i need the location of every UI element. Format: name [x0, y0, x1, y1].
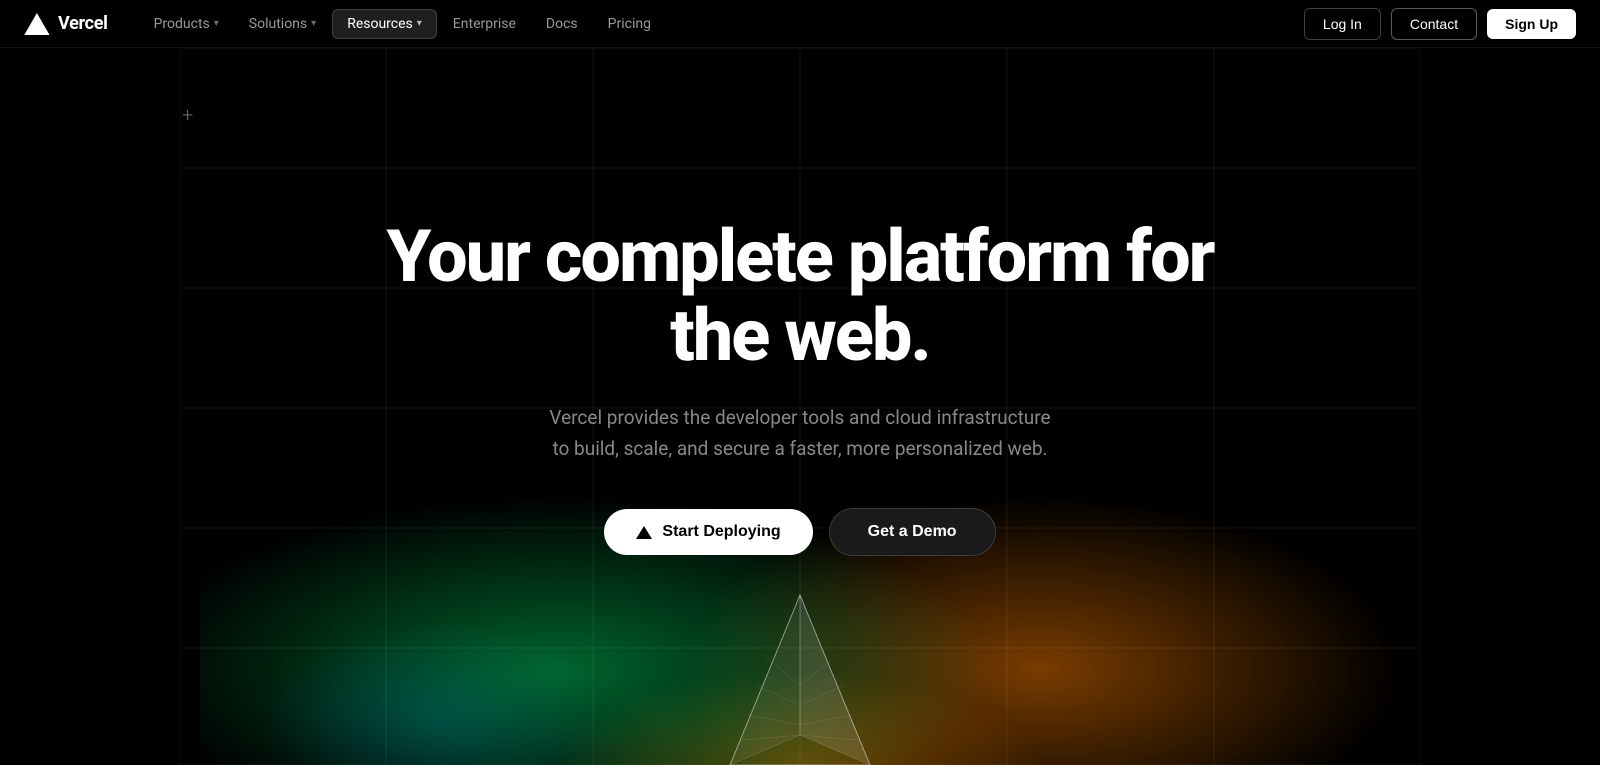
nav-item-solutions[interactable]: Solutions ▾: [235, 10, 330, 38]
nav-links: Products ▾ Solutions ▾ Resources ▾ Enter…: [140, 9, 1296, 39]
chevron-down-icon: ▾: [214, 18, 219, 29]
nav-label-solutions: Solutions: [249, 16, 307, 32]
nav-right: Log In Contact Sign Up: [1304, 8, 1576, 40]
contact-button[interactable]: Contact: [1391, 8, 1477, 40]
vercel-logo-icon: [24, 13, 50, 35]
nav-label-docs: Docs: [546, 16, 578, 32]
nav-label-enterprise: Enterprise: [453, 16, 516, 32]
nav-item-products[interactable]: Products ▾: [140, 10, 233, 38]
hero-buttons: Start Deploying Get a Demo: [604, 508, 995, 556]
login-button[interactable]: Log In: [1304, 8, 1381, 40]
nav-label-products: Products: [154, 16, 210, 32]
hero-title: Your complete platform for the web.: [350, 217, 1250, 375]
chevron-down-icon: ▾: [417, 18, 422, 29]
hero-section: + Your complete platform for the web. Ve…: [0, 0, 1600, 765]
logo-text: Vercel: [58, 13, 108, 34]
start-deploying-button[interactable]: Start Deploying: [604, 509, 812, 555]
navbar: Vercel Products ▾ Solutions ▾ Resources …: [0, 0, 1600, 48]
nav-label-pricing: Pricing: [608, 16, 651, 32]
get-demo-button[interactable]: Get a Demo: [829, 508, 996, 556]
deploy-button-label: Start Deploying: [662, 523, 780, 541]
triangle-icon: [636, 526, 652, 539]
demo-button-label: Get a Demo: [868, 523, 957, 541]
nav-item-resources[interactable]: Resources ▾: [332, 9, 437, 39]
hero-subtitle-line1: Vercel provides the developer tools and …: [549, 406, 1050, 429]
nav-item-docs[interactable]: Docs: [532, 10, 592, 38]
hero-subtitle-line2: to build, scale, and secure a faster, mo…: [552, 437, 1047, 460]
signup-button[interactable]: Sign Up: [1487, 9, 1576, 39]
logo-link[interactable]: Vercel: [24, 13, 108, 35]
hero-subtitle: Vercel provides the developer tools and …: [549, 403, 1050, 464]
pyramid-graphic: [700, 585, 900, 765]
nav-item-enterprise[interactable]: Enterprise: [439, 10, 530, 38]
nav-label-resources: Resources: [347, 16, 413, 32]
nav-item-pricing[interactable]: Pricing: [594, 10, 665, 38]
chevron-down-icon: ▾: [311, 18, 316, 29]
hero-content: Your complete platform for the web. Verc…: [330, 217, 1270, 556]
